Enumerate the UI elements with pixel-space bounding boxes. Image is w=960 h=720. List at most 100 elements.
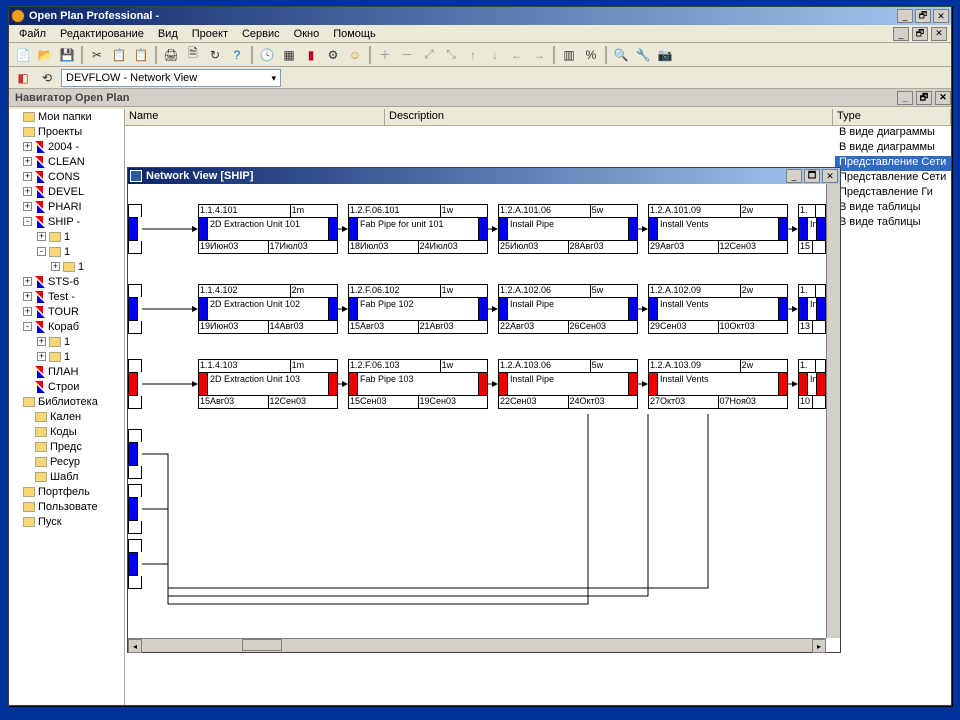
expand-icon[interactable]: + [37,232,46,241]
search-icon[interactable]: 🔍 [611,45,631,65]
collapse-icon[interactable]: - [23,322,32,331]
list-item[interactable]: Представление Ги [835,186,951,201]
down-icon[interactable]: ↓ [485,45,505,65]
expand-icon[interactable]: + [23,307,32,316]
tree-item[interactable]: +1 [9,229,124,244]
tree-item[interactable]: Строи [9,379,124,394]
scroll-right-button[interactable]: ▸ [812,639,826,653]
inner-minimize-button[interactable]: _ [786,169,802,183]
expand-icon[interactable]: + [23,157,32,166]
tree-item[interactable]: Проекты [9,124,124,139]
network-node[interactable]: 1.2.A.102.092wInstall Vents29Сен0310Окт0… [648,284,788,344]
refresh-icon[interactable]: ↻ [205,45,225,65]
tree-item[interactable]: +1 [9,334,124,349]
right-icon[interactable]: → [529,45,549,65]
horizontal-scrollbar[interactable]: ◂ ▸ [128,638,826,652]
inner-close-button[interactable]: ✕ [822,169,838,183]
save-icon[interactable]: 💾 [57,45,77,65]
tree-item[interactable]: +DEVEL [9,184,124,199]
expand-icon[interactable]: + [23,202,32,211]
camera-icon[interactable]: 📷 [655,45,675,65]
plus-icon[interactable]: ＋ [375,45,395,65]
expand-icon[interactable]: + [37,337,46,346]
expand-icon[interactable]: + [23,172,32,181]
tool-icon[interactable]: ⚙ [323,45,343,65]
history-icon[interactable]: ⟲ [37,68,57,88]
expand-icon[interactable]: + [23,292,32,301]
network-node-stub[interactable] [128,429,142,489]
mdi-minimize-button[interactable]: _ [893,27,909,41]
tree-item[interactable]: +1 [9,259,124,274]
tree-item[interactable]: Портфель [9,484,124,499]
up-icon[interactable]: ↑ [463,45,483,65]
network-node-stub[interactable] [128,204,142,264]
document-selector[interactable]: DEVFLOW - Network View [61,69,281,87]
expand-icon[interactable]: + [23,187,32,196]
list-item[interactable]: Представление Сети [835,156,951,171]
tree-item[interactable]: +1 [9,349,124,364]
nav-close-button[interactable]: ✕ [935,91,951,105]
print-icon[interactable]: 🖨 [161,45,181,65]
tree-pane[interactable]: Мои папкиПроекты+2004 -+CLEAN+CONS+DEVEL… [9,109,125,705]
close-button[interactable]: ✕ [933,9,949,23]
network-node[interactable]: 1.1.4.1022m2D Extraction Unit 10219Июн03… [198,284,338,344]
tree-item[interactable]: ПЛАН [9,364,124,379]
tree-item[interactable]: +Test - [9,289,124,304]
tree-item[interactable]: -SHIP - [9,214,124,229]
tree-item[interactable]: Библиотека [9,394,124,409]
scroll-left-button[interactable]: ◂ [128,639,142,653]
menu-edit[interactable]: Редактирование [54,26,150,42]
col-type[interactable]: Type [833,109,951,125]
tree-item[interactable]: +PHARI [9,199,124,214]
tree-item[interactable]: +STS-6 [9,274,124,289]
help-icon[interactable]: ? [227,45,247,65]
collapse-icon[interactable]: ⤡ [441,45,461,65]
network-node-stub[interactable] [128,359,142,419]
collapse-icon[interactable]: - [23,217,32,226]
chart-icon[interactable]: ▮ [301,45,321,65]
print-preview-icon[interactable]: 🗎 [183,45,203,65]
view-icon[interactable]: ◧ [13,68,33,88]
tree-item[interactable]: +CLEAN [9,154,124,169]
list-item[interactable]: В виде диаграммы [835,126,951,141]
tree-item[interactable]: Шабл [9,469,124,484]
tree-item[interactable]: -1 [9,244,124,259]
tool2-icon[interactable]: 🔧 [633,45,653,65]
network-node[interactable]: 1.1.4.1011m2D Extraction Unit 10119Июн03… [198,204,338,264]
network-node[interactable]: 1.2.A.101.065wInstall Pipe25Июл0328Авг03 [498,204,638,264]
mdi-close-button[interactable]: ✕ [931,27,947,41]
list-item[interactable]: В виде таблицы [835,216,951,231]
network-node[interactable]: 1.1.4.1031m2D Extraction Unit 10315Авг03… [198,359,338,419]
list-item[interactable]: В виде таблицы [835,201,951,216]
tree-item[interactable]: +CONS [9,169,124,184]
menu-view[interactable]: Вид [152,26,184,42]
copy-icon[interactable]: 📋 [109,45,129,65]
paste-icon[interactable]: 📋 [131,45,151,65]
tree-item[interactable]: +TOUR [9,304,124,319]
network-node-stub[interactable] [128,539,142,599]
tree-item[interactable]: Мои папки [9,109,124,124]
clock-icon[interactable]: 🕓 [257,45,277,65]
window-tile-icon[interactable]: ▥ [559,45,579,65]
percent-icon[interactable]: % [581,45,601,65]
collapse-icon[interactable]: - [37,247,46,256]
expand-icon[interactable]: ⤢ [419,45,439,65]
col-description[interactable]: Description [385,109,833,125]
restore-button[interactable]: 🗗 [915,9,931,23]
col-name[interactable]: Name [125,109,385,125]
tree-item[interactable]: Пуск [9,514,124,529]
network-node[interactable]: 1.2.A.102.065wInstall Pipe22Авг0326Сен03 [498,284,638,344]
expand-icon[interactable]: + [51,262,60,271]
network-node[interactable]: 1.2.A.103.092wInstall Vents27Окт0307Ноя0… [648,359,788,419]
network-node[interactable]: 1.In15 [798,204,826,264]
tree-item[interactable]: -Кораб [9,319,124,334]
network-node[interactable]: 1.In10 [798,359,826,419]
network-node[interactable]: 1.2.F.06.1011wFab Pipe for unit 10118Июл… [348,204,488,264]
menu-project[interactable]: Проект [186,26,234,42]
expand-icon[interactable]: + [23,277,32,286]
minus-icon[interactable]: － [397,45,417,65]
cut-icon[interactable]: ✂ [87,45,107,65]
nav-minimize-button[interactable]: _ [897,91,913,105]
network-node[interactable]: 1.2.A.103.065wInstall Pipe22Сен0324Окт03 [498,359,638,419]
scroll-thumb[interactable] [242,639,282,651]
